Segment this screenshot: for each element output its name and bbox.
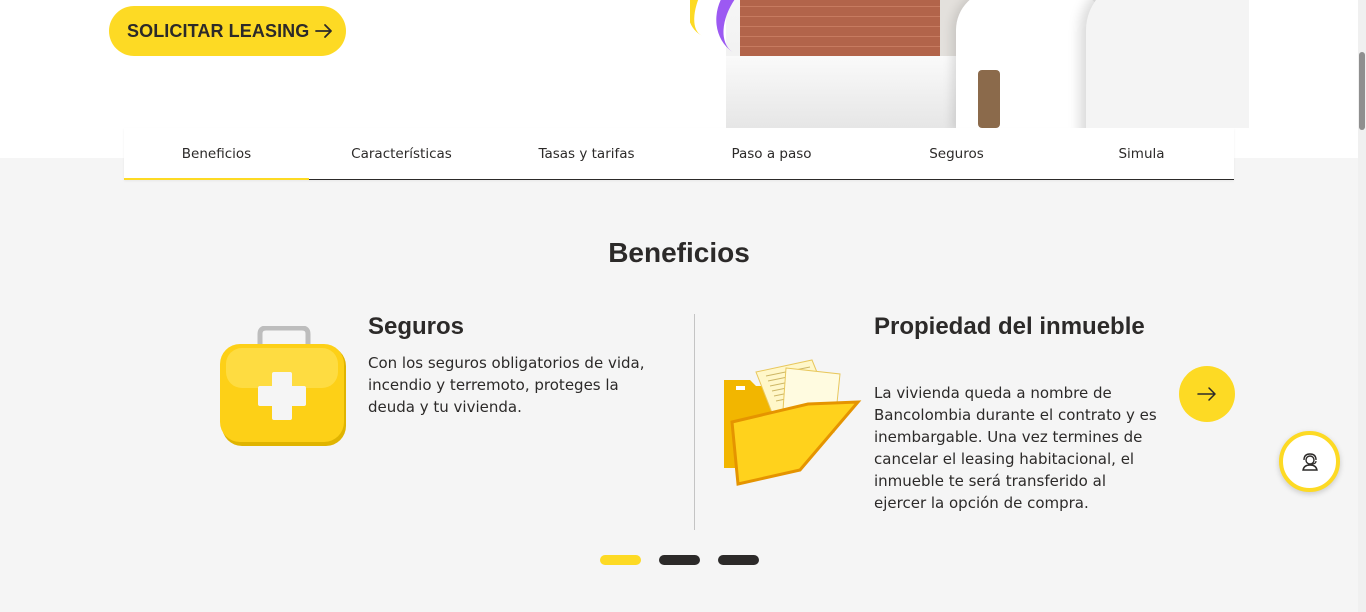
carousel-next-button[interactable] (1179, 366, 1235, 422)
arrow-right-icon (315, 24, 332, 38)
support-chat-button[interactable] (1279, 431, 1340, 492)
arrow-right-icon (1197, 387, 1216, 401)
first-aid-kit-icon (220, 326, 346, 446)
tab-paso-a-paso[interactable]: Paso a paso (679, 128, 864, 179)
tab-simula[interactable]: Simula (1049, 128, 1234, 179)
hero-photo (726, 0, 1249, 128)
tab-beneficios[interactable]: Beneficios (124, 128, 309, 180)
tab-caracteristicas[interactable]: Características (309, 128, 494, 179)
request-leasing-button[interactable]: SOLICITAR LEASING (109, 6, 346, 56)
hero-image (690, 0, 1250, 128)
scrollbar-thumb[interactable] (1359, 52, 1365, 130)
card-text-seguros: Con los seguros obligatorios de vida, in… (368, 354, 645, 416)
carousel-dot-2[interactable] (659, 555, 700, 565)
section-tabs: Beneficios Características Tasas y tarif… (124, 128, 1234, 180)
person-right (1086, 0, 1249, 128)
tab-seguros[interactable]: Seguros (864, 128, 1049, 179)
tab-tasas-tarifas[interactable]: Tasas y tarifas (494, 128, 679, 179)
card-title-seguros: Seguros (368, 313, 465, 340)
request-leasing-label: SOLICITAR LEASING (127, 20, 310, 41)
carousel-dot-3[interactable] (718, 555, 759, 565)
section-title: Beneficios (608, 237, 750, 268)
card-text-propiedad: La vivienda queda a nombre de Bancolombi… (874, 384, 1157, 512)
folder-documents-icon (724, 359, 862, 486)
carousel-dot-1[interactable] (600, 555, 641, 565)
page-scrollbar[interactable] (1358, 0, 1366, 612)
card-title-propiedad: Propiedad del inmueble (874, 313, 1145, 340)
headset-agent-icon (1301, 452, 1318, 471)
carousel-pagination (600, 555, 759, 565)
bag (978, 70, 1000, 128)
card-divider (694, 314, 695, 530)
